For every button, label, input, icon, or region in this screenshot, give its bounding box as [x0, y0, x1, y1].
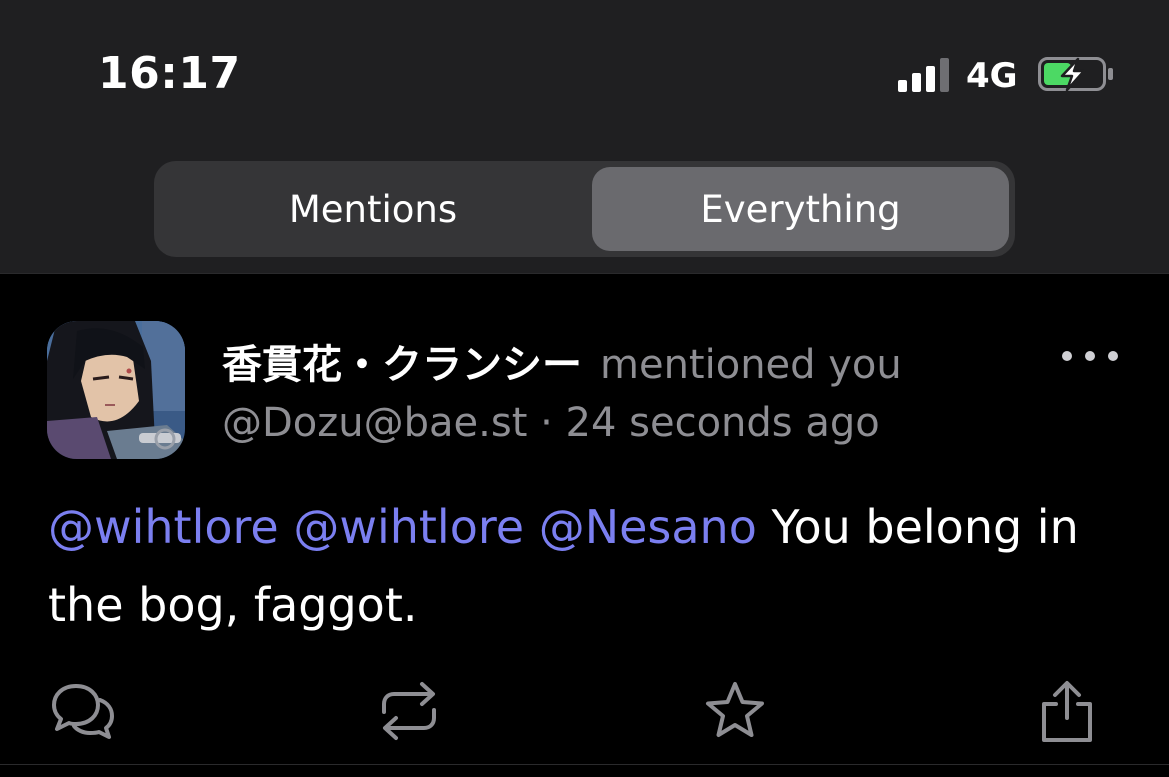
feed-filter-segmented-control: Mentions Everything — [154, 161, 1015, 257]
notification-title: 香貫花・クランシー mentioned you — [222, 332, 902, 390]
notification-meta: @Dozu@bae.st · 24 seconds ago — [222, 400, 880, 446]
reply-icon[interactable] — [50, 678, 116, 744]
top-header: 16:17 4G Mentions Everything — [0, 0, 1169, 274]
display-name[interactable]: 香貫花・クランシー — [222, 342, 582, 388]
timestamp: 24 seconds ago — [565, 400, 880, 446]
meta-separator: · — [540, 400, 553, 446]
mention-link[interactable]: @wihtlore — [293, 500, 524, 554]
notification-action: mentioned you — [600, 342, 902, 388]
share-icon[interactable] — [1034, 678, 1100, 744]
battery-charging-icon — [1038, 57, 1113, 91]
cellular-signal-icon — [898, 58, 949, 92]
bottom-divider — [0, 764, 1169, 765]
post-content: @wihtlore @wihtlore @Nesano You belong i… — [48, 488, 1128, 644]
tab-mentions[interactable]: Mentions — [160, 167, 586, 251]
user-handle[interactable]: @Dozu@bae.st — [222, 400, 527, 446]
tab-everything[interactable]: Everything — [592, 167, 1009, 251]
avatar-image — [47, 321, 185, 459]
mention-link[interactable]: @wihtlore — [48, 500, 279, 554]
boost-icon[interactable] — [376, 678, 442, 744]
status-time: 16:17 — [98, 48, 241, 99]
avatar[interactable] — [47, 321, 185, 459]
notification-item[interactable]: 香貫花・クランシー mentioned you @Dozu@bae.st · 24… — [0, 274, 1169, 764]
favourite-icon[interactable] — [702, 678, 768, 744]
mention-link[interactable]: @Nesano — [539, 500, 757, 554]
more-options-icon[interactable] — [1058, 344, 1122, 368]
network-type: 4G — [966, 56, 1018, 96]
